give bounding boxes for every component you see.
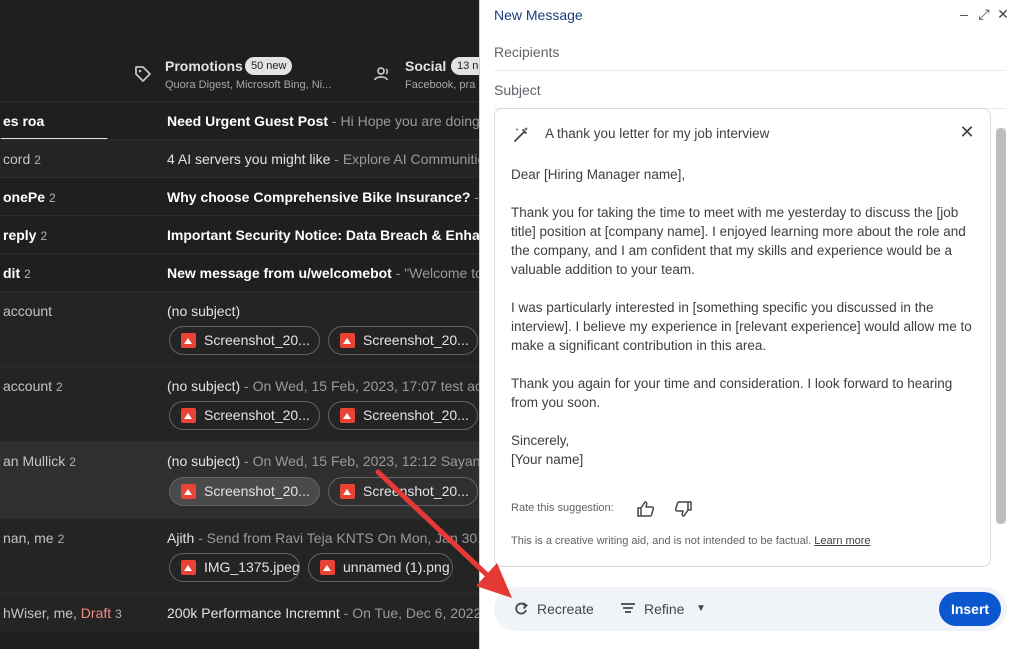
recreate-label: Recreate [537, 601, 594, 617]
mail-sender: onePe 2 [3, 189, 56, 205]
insert-button[interactable]: Insert [939, 592, 1001, 626]
refine-button[interactable]: Refine ▼ [620, 597, 715, 621]
mail-sender: account [3, 303, 53, 319]
expand-icon[interactable]: ⤢ [976, 6, 992, 22]
tab-social[interactable]: Social 13 ne Facebook, pra [373, 54, 480, 94]
mail-sender: es roa [3, 113, 45, 129]
mail-line: Important Security Notice: Data Breach &… [167, 227, 480, 243]
image-file-icon [181, 560, 196, 575]
mail-row[interactable]: es roa Need Urgent Guest Post - Hi Hope … [0, 101, 480, 139]
tab-social-badge: 13 ne [451, 57, 480, 75]
attachment-chip[interactable]: unnamed (1).png [308, 553, 453, 582]
mail-sender: account 2 [3, 378, 63, 394]
refine-label: Refine [644, 601, 685, 617]
compose-window: New Message – ⤢ ✕ Recipients Subject A t… [479, 0, 1024, 649]
attachment-chip[interactable]: Screenshot_20... [169, 326, 320, 355]
close-icon[interactable]: ✕ [959, 123, 975, 141]
image-file-icon [320, 560, 335, 575]
compose-title: New Message [494, 7, 583, 23]
filter-lines-icon [621, 603, 635, 613]
mail-row[interactable]: account (no subject) Screenshot_20... Sc… [0, 291, 480, 366]
mail-line: Ajith - Send from Ravi Teja KNTS On Mon,… [167, 530, 480, 546]
letter-paragraph: I was particularly interested in [someth… [511, 300, 972, 353]
mail-line: 200k Performance Incremnt - On Tue, Dec … [167, 605, 480, 621]
letter-paragraph: Thank you for taking the time to meet wi… [511, 205, 966, 277]
mail-sender: an Mullick 2 [3, 453, 76, 469]
close-icon[interactable]: ✕ [995, 6, 1011, 22]
mail-row[interactable]: nan, me 2 Ajith - Send from Ravi Teja KNT… [0, 518, 480, 593]
mail-line: Need Urgent Guest Post - Hi Hope you are… [167, 113, 480, 129]
prompt-text: A thank you letter for my job interview [545, 126, 770, 141]
mail-sender: cord 2 [3, 151, 41, 167]
mail-row[interactable]: cord 2 4 AI servers you might like - Expl… [0, 139, 480, 177]
mail-line: (no subject) - On Wed, 15 Feb, 2023, 17:… [167, 378, 480, 394]
generated-letter: Dear [Hiring Manager name], Thank you fo… [511, 165, 981, 469]
letter-signature: [Your name] [511, 452, 584, 467]
mail-line: (no subject) - On Wed, 15 Feb, 2023, 12:… [167, 453, 480, 469]
mail-line: (no subject) [167, 303, 241, 319]
mail-sender: dit 2 [3, 265, 31, 281]
tab-promotions[interactable]: Promotions 50 new Quora Digest, Microsof… [133, 54, 353, 94]
attachment-chip[interactable]: Screenshot_20... [328, 326, 478, 355]
image-file-icon [181, 408, 196, 423]
tab-promotions-senders: Quora Digest, Microsoft Bing, Ni... [165, 79, 332, 91]
attachment-chip[interactable]: Screenshot_20... [328, 401, 478, 430]
attachment-chip[interactable]: Screenshot_20... [169, 477, 320, 506]
help-me-write-card: A thank you letter for my job interview … [494, 108, 991, 567]
image-file-icon [181, 333, 196, 348]
mail-row[interactable]: an Mullick 2 (no subject) - On Wed, 15 Fe… [0, 441, 480, 518]
magic-pen-icon [514, 127, 528, 142]
subject-field[interactable]: Subject [494, 71, 1006, 109]
tab-promotions-badge: 50 new [245, 57, 293, 75]
letter-greeting: Dear [Hiring Manager name], [511, 167, 686, 182]
thumbs-up-icon[interactable] [636, 499, 656, 519]
disclaimer: This is a creative writing aid, and is n… [511, 535, 871, 547]
draft-label: Draft [80, 605, 112, 621]
people-icon [374, 67, 389, 81]
refresh-icon [515, 602, 528, 615]
image-file-icon [340, 484, 355, 499]
mail-sender: hWiser, me, Draft 3 [3, 605, 122, 621]
mail-row[interactable]: account 2 (no subject) - On Wed, 15 Feb, … [0, 366, 480, 441]
attachment-chip[interactable]: IMG_1375.jpeg [169, 553, 300, 582]
letter-closing: Sincerely, [511, 433, 570, 448]
thumbs-down-icon[interactable] [673, 499, 693, 519]
recreate-button[interactable]: Recreate [514, 597, 604, 621]
recipients-field[interactable]: Recipients [494, 33, 1006, 71]
mail-row[interactable]: hWiser, me, Draft 3 200k Performance Incr… [0, 593, 480, 633]
image-file-icon [340, 333, 355, 348]
tag-icon [135, 66, 151, 82]
mail-sender: nan, me 2 [3, 530, 65, 546]
mail-line: 4 AI servers you might like - Explore AI… [167, 151, 480, 167]
mail-line: Why choose Comprehensive Bike Insurance?… [167, 189, 480, 205]
letter-paragraph: Thank you again for your time and consid… [511, 376, 953, 410]
image-file-icon [181, 484, 196, 499]
attachment-chip[interactable]: Screenshot_20... [328, 477, 478, 506]
chevron-down-icon: ▼ [696, 603, 706, 614]
rate-label: Rate this suggestion: [511, 502, 614, 514]
mail-sender: reply 2 [3, 227, 48, 243]
mail-row[interactable]: onePe 2 Why choose Comprehensive Bike Ins… [0, 177, 480, 215]
learn-more-link[interactable]: Learn more [814, 535, 870, 547]
tab-social-senders: Facebook, pra [405, 79, 476, 91]
image-file-icon [340, 408, 355, 423]
ai-toolbar: Recreate Refine ▼ [494, 587, 1007, 631]
minimize-icon[interactable]: – [956, 6, 972, 22]
scrollbar-thumb[interactable] [996, 128, 1006, 524]
tab-promotions-title: Promotions [165, 58, 243, 74]
mail-line: New message from u/welcomebot - "Welcome… [167, 265, 480, 281]
mail-row[interactable]: reply 2 Important Security Notice: Data B… [0, 215, 480, 253]
tab-social-title: Social [405, 58, 447, 74]
mail-row[interactable]: dit 2 New message from u/welcomebot - "We… [0, 253, 480, 291]
attachment-chip[interactable]: Screenshot_20... [169, 401, 320, 430]
